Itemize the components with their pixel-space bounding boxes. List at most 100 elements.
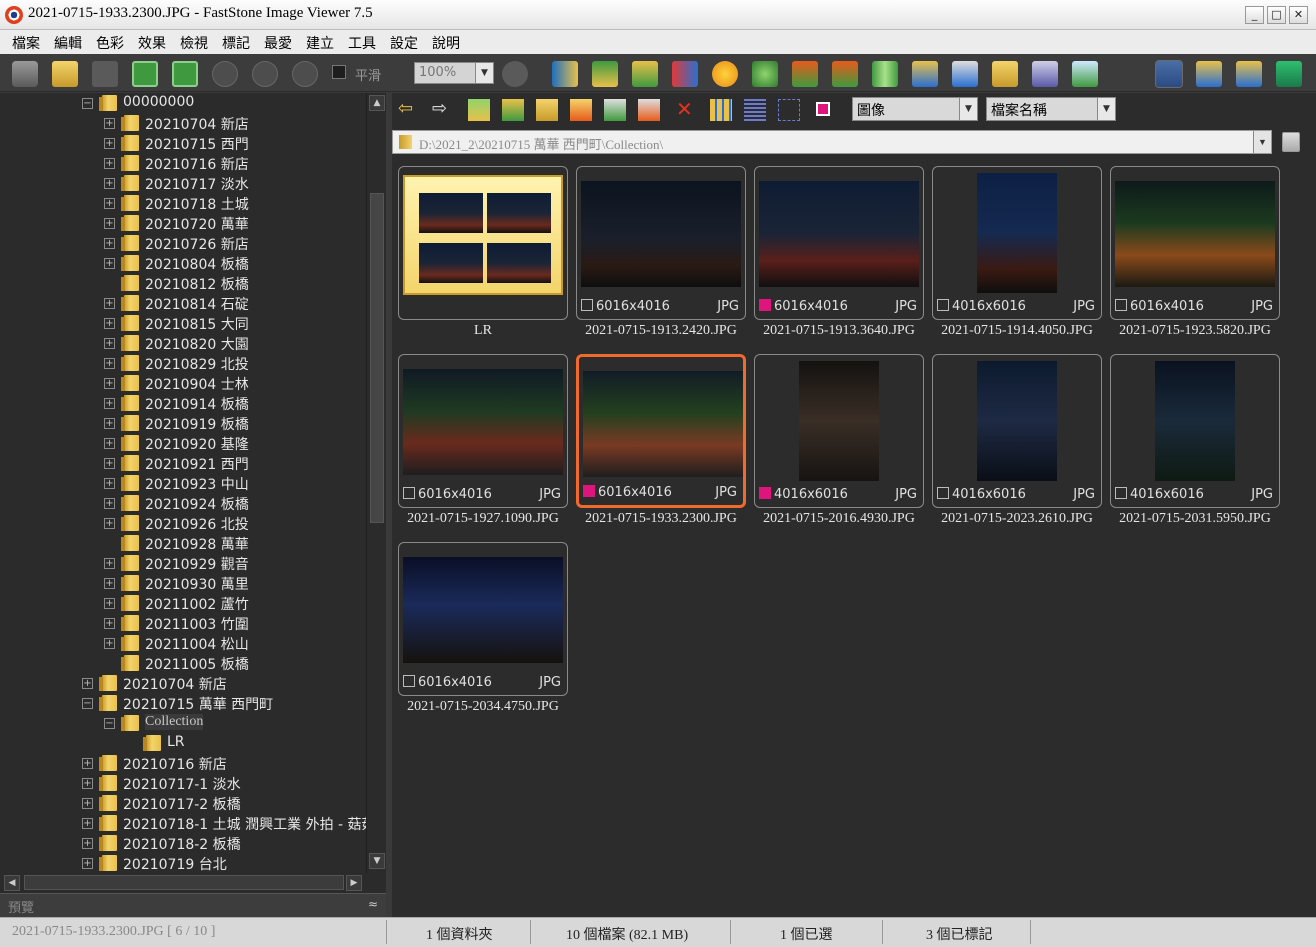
browser-layout-2-icon[interactable] (1196, 61, 1222, 87)
refresh-icon[interactable] (502, 99, 524, 121)
tree-folder[interactable]: +20210930 萬里 (0, 573, 366, 593)
image-thumbnail[interactable]: 4016x6016 JPG (932, 354, 1102, 508)
menu-help[interactable]: 說明 (432, 33, 460, 53)
browser-layout-1-icon[interactable] (1155, 60, 1183, 88)
tree-folder[interactable]: +20211004 松山 (0, 633, 366, 653)
tree-folder[interactable]: +20210923 中山 (0, 473, 366, 493)
expand-icon[interactable]: + (104, 518, 115, 529)
collapse-icon[interactable]: − (82, 98, 93, 109)
expand-icon[interactable]: + (104, 378, 115, 389)
menu-create[interactable]: 建立 (306, 33, 334, 53)
image-thumbnail[interactable]: 6016x4016 JPG (398, 354, 568, 508)
expand-icon[interactable]: + (104, 338, 115, 349)
copy-to-icon[interactable] (604, 99, 626, 121)
favorite-folder-icon[interactable] (536, 99, 558, 121)
expand-icon[interactable]: + (104, 418, 115, 429)
tree-folder[interactable]: +20210904 士林 (0, 373, 366, 393)
menu-settings[interactable]: 設定 (390, 33, 418, 53)
zoom-out-icon[interactable] (252, 61, 278, 87)
expand-icon[interactable]: + (104, 598, 115, 609)
expand-icon[interactable]: + (104, 238, 115, 249)
expand-icon[interactable]: + (104, 438, 115, 449)
tree-folder[interactable]: +20210719 台北 (0, 853, 366, 873)
tree-folder[interactable]: +20210715 西門 (0, 133, 366, 153)
browser-layout-3-icon[interactable] (1236, 61, 1262, 87)
expand-icon[interactable]: + (104, 198, 115, 209)
scroll-up-icon[interactable]: ▲ (369, 95, 385, 111)
expand-icon[interactable]: + (104, 618, 115, 629)
expand-icon[interactable]: + (104, 258, 115, 269)
image-thumbnail[interactable]: 4016x6016 JPG (1110, 354, 1280, 508)
menu-tag[interactable]: 標記 (222, 33, 250, 53)
minimize-button[interactable]: _ (1245, 6, 1264, 24)
fullscreen-icon[interactable] (1276, 61, 1302, 87)
flip-icon[interactable] (872, 61, 898, 87)
expand-icon[interactable]: + (104, 578, 115, 589)
scroll-down-icon[interactable]: ▼ (369, 853, 385, 869)
tree-folder[interactable]: +20210716 新店 (0, 153, 366, 173)
tag-checkbox[interactable] (937, 487, 949, 499)
rotate-right-icon[interactable] (832, 61, 858, 87)
chevron-down-icon[interactable]: ▼ (959, 98, 977, 120)
tag-checkbox[interactable] (759, 487, 771, 499)
preview-panel-bar[interactable]: 預覽 ≈ (0, 893, 386, 917)
tree-folder[interactable]: +20210829 北投 (0, 353, 366, 373)
tree-folder[interactable]: +20210704 新店 (0, 673, 366, 693)
tag-icon[interactable] (816, 102, 830, 116)
tree-folder[interactable]: +20210718-2 板橋 (0, 833, 366, 853)
rotate-left-icon[interactable] (792, 61, 818, 87)
expand-icon[interactable]: + (82, 798, 93, 809)
chevron-down-icon[interactable]: ▼ (1097, 98, 1115, 120)
tree-folder[interactable]: 20211005 板橋 (0, 653, 366, 673)
select-all-icon[interactable] (710, 99, 732, 121)
expand-icon[interactable]: + (104, 318, 115, 329)
people-icon[interactable] (752, 61, 778, 87)
print-icon[interactable] (1032, 61, 1058, 87)
chevron-down-icon[interactable]: ▼ (1253, 131, 1271, 153)
select-images-icon[interactable] (744, 99, 766, 121)
new-folder-icon[interactable] (570, 99, 592, 121)
parent-folder-icon[interactable] (468, 99, 490, 121)
scan-icon[interactable] (952, 61, 978, 87)
tree-folder[interactable]: 20210928 萬華 (0, 533, 366, 553)
thumbnail-caption[interactable]: 2021-0715-1913.3640.JPG (744, 323, 934, 339)
color-balance-icon[interactable] (672, 61, 698, 87)
image-thumbnail[interactable]: 6016x4016 JPG (754, 166, 924, 320)
image-thumbnail[interactable]: 6016x4016 JPG (576, 166, 746, 320)
back-arrow-icon[interactable]: ⇦ (398, 99, 420, 121)
tree-horizontal-scrollbar[interactable]: ◀ ▶ (0, 873, 386, 893)
tree-folder[interactable]: +20210919 板橋 (0, 413, 366, 433)
pan-hand-icon[interactable] (502, 61, 528, 87)
menu-tools[interactable]: 工具 (348, 33, 376, 53)
tree-folder[interactable]: +20210717-1 淡水 (0, 773, 366, 793)
slideshow-icon[interactable] (552, 61, 578, 87)
image-thumbnail[interactable]: 6016x4016 JPG (1110, 166, 1280, 320)
tree-folder[interactable]: +20210804 板橋 (0, 253, 366, 273)
path-input[interactable]: D:\2021_2\20210715 萬華 西門町\Collection\ ▼ (392, 130, 1272, 154)
thumbnail-caption[interactable]: 2021-0715-2016.4930.JPG (744, 511, 934, 527)
tree-folder[interactable]: +20211003 竹圍 (0, 613, 366, 633)
scroll-thumb[interactable] (370, 193, 384, 523)
camera-icon[interactable] (12, 61, 38, 87)
expand-icon[interactable]: + (82, 778, 93, 789)
thumbnail-caption[interactable]: 2021-0715-1933.2300.JPG (566, 511, 756, 527)
expand-icon[interactable]: + (82, 838, 93, 849)
save-icon[interactable] (92, 61, 118, 87)
tree-folder-selected[interactable]: − Collection (0, 713, 366, 733)
scroll-right-icon[interactable]: ▶ (346, 875, 362, 891)
tree-folder[interactable]: LR (0, 733, 366, 753)
tree-folder[interactable]: +20210820 大園 (0, 333, 366, 353)
tag-checkbox[interactable] (403, 675, 415, 687)
expand-icon[interactable]: + (104, 138, 115, 149)
thumbnail-caption[interactable]: LR (388, 323, 578, 339)
tree-folder[interactable]: 20210812 板橋 (0, 273, 366, 293)
expand-icon[interactable]: + (104, 178, 115, 189)
expand-icon[interactable]: + (104, 458, 115, 469)
expand-icon[interactable]: + (104, 158, 115, 169)
menu-file[interactable]: 檔案 (12, 33, 40, 53)
tree-root[interactable]: − 00000000 (0, 93, 366, 113)
tag-checkbox[interactable] (1115, 487, 1127, 499)
tree-folder[interactable]: +20210921 西門 (0, 453, 366, 473)
image-thumbnail[interactable]: 6016x4016 JPG (576, 354, 746, 508)
thumbnail-caption[interactable]: 2021-0715-2034.4750.JPG (388, 699, 578, 715)
